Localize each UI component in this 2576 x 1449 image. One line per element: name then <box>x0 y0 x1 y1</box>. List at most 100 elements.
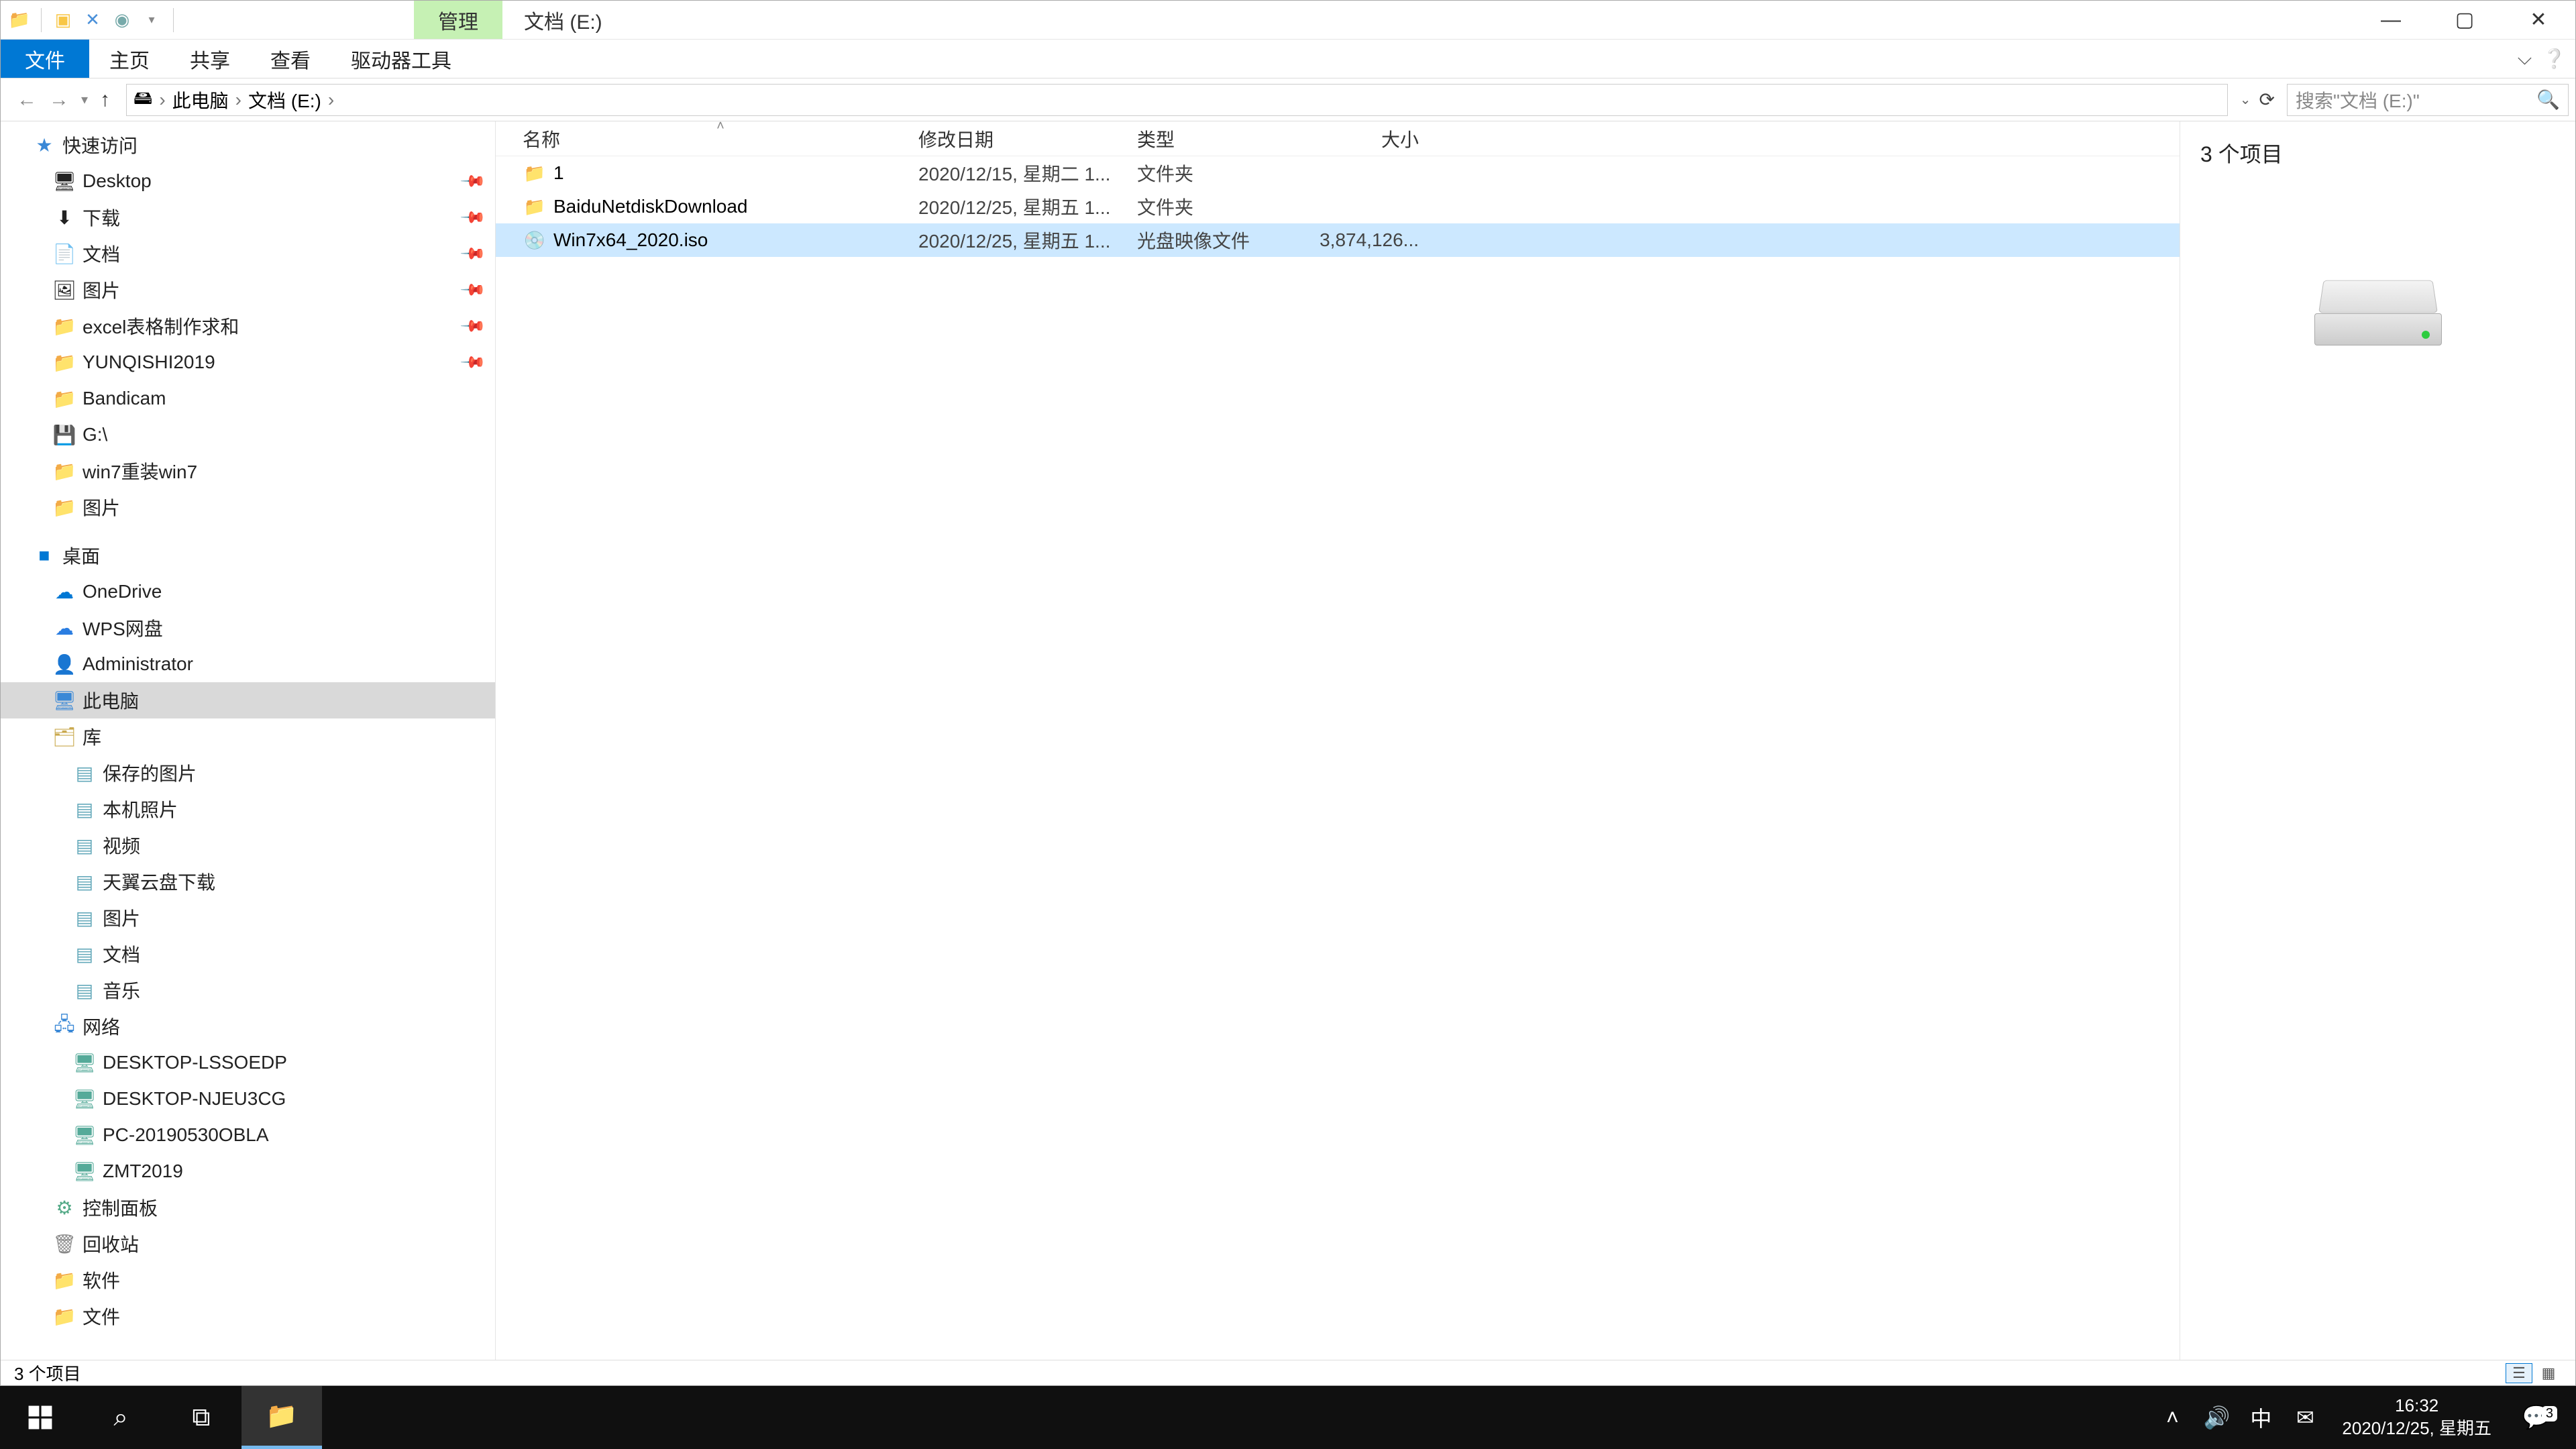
taskbar: ⌕ ⧉ 📁 ˄ 🔊 中 ✉ 16:32 2020/12/25, 星期五 💬3 <box>0 1386 2576 1449</box>
nav-library-item[interactable]: ▤视频 <box>1 827 495 863</box>
desktop-icon: ■ <box>33 545 56 566</box>
nav-network-item[interactable]: 🖥ZMT2019 <box>1 1153 495 1189</box>
breadcrumb-this-pc[interactable]: 此电脑 <box>172 87 229 113</box>
nav-soft[interactable]: 📁软件 <box>1 1262 495 1298</box>
column-header-type[interactable]: 类型 <box>1137 125 1318 152</box>
navigation-pane[interactable]: ★快速访问 🖥Desktop📌⬇下载📌📄文档📌🖼图片📌📁excel表格制作求和📌… <box>1 121 496 1360</box>
user-icon: 👤 <box>53 653 76 676</box>
item-icon: 📁 <box>53 352 76 374</box>
nav-network-item[interactable]: 🖥DESKTOP-NJEU3CG <box>1 1081 495 1117</box>
view-large-icons-button[interactable]: ▦ <box>2535 1363 2562 1383</box>
nav-library-item[interactable]: ▤保存的图片 <box>1 755 495 791</box>
qat-new-folder-icon[interactable]: ◉ <box>110 8 134 32</box>
nav-quick-access-item[interactable]: 📁图片 <box>1 489 495 525</box>
volume-icon[interactable]: 🔊 <box>2194 1405 2239 1430</box>
nav-quick-access-item[interactable]: 💾G:\ <box>1 417 495 453</box>
view-details-button[interactable]: ☰ <box>2506 1363 2532 1383</box>
ribbon-tab-home[interactable]: 主页 <box>89 40 170 78</box>
column-header-name[interactable]: ˄名称 <box>523 125 918 152</box>
ribbon-tab-drive-tools[interactable]: 驱动器工具 <box>331 40 472 78</box>
nav-quick-access-item[interactable]: 📁YUNQISHI2019📌 <box>1 344 495 380</box>
nav-network-item[interactable]: 🖥DESKTOP-LSSOEDP <box>1 1044 495 1081</box>
nav-control-panel[interactable]: ⚙控制面板 <box>1 1189 495 1226</box>
chevron-right-icon[interactable]: › <box>328 89 334 111</box>
nav-docs[interactable]: 📁文件 <box>1 1298 495 1334</box>
nav-wps[interactable]: ☁WPS网盘 <box>1 610 495 646</box>
nav-quick-access-item[interactable]: 📁Bandicam <box>1 380 495 417</box>
nav-quick-access-item[interactable]: 📁excel表格制作求和📌 <box>1 308 495 344</box>
chevron-right-icon[interactable]: › <box>159 89 165 111</box>
nav-item-label: 天翼云盘下载 <box>103 868 215 895</box>
nav-library-item[interactable]: ▤本机照片 <box>1 791 495 827</box>
nav-library-item[interactable]: ▤天翼云盘下载 <box>1 863 495 900</box>
ime-indicator[interactable]: 中 <box>2239 1402 2283 1433</box>
search-box[interactable]: 搜索"文档 (E:)" 🔍 <box>2287 84 2569 116</box>
forward-button[interactable]: → <box>49 89 69 111</box>
file-size: 3,874,126... <box>1318 229 1432 251</box>
minimize-button[interactable]: — <box>2354 1 2428 39</box>
nav-onedrive[interactable]: ☁OneDrive <box>1 574 495 610</box>
nav-network-item[interactable]: 🖥PC-20190530OBLA <box>1 1117 495 1153</box>
nav-administrator[interactable]: 👤Administrator <box>1 646 495 682</box>
nav-quick-access-item[interactable]: 📁win7重装win7 <box>1 453 495 489</box>
back-button[interactable]: ← <box>17 89 37 111</box>
chevron-right-icon[interactable]: › <box>235 89 241 111</box>
qat-customize-chevron-icon[interactable]: ▾ <box>140 8 164 32</box>
taskbar-search-icon[interactable]: ⌕ <box>80 1386 161 1449</box>
nav-quick-access-item[interactable]: 🖥Desktop📌 <box>1 163 495 199</box>
ribbon-tab-file[interactable]: 文件 <box>1 40 89 78</box>
nav-quick-access-item[interactable]: 📄文档📌 <box>1 235 495 272</box>
nav-library-item[interactable]: ▤文档 <box>1 936 495 972</box>
ribbon-tab-share[interactable]: 共享 <box>170 40 250 78</box>
library-item-icon: ▤ <box>73 798 96 820</box>
nav-quick-access[interactable]: ★快速访问 <box>1 127 495 163</box>
address-history-chevron-icon[interactable]: ⌄ <box>2240 91 2251 108</box>
item-icon: 🖥 <box>53 170 76 193</box>
nav-quick-access-item[interactable]: 🖼图片📌 <box>1 272 495 308</box>
recent-locations-chevron-icon[interactable]: ▾ <box>81 91 88 108</box>
nav-item-label: 音乐 <box>103 977 140 1004</box>
qat-close-icon[interactable]: ✕ <box>80 8 105 32</box>
nav-quick-access-item[interactable]: ⬇下载📌 <box>1 199 495 235</box>
refresh-icon[interactable]: ⟳ <box>2259 89 2275 111</box>
nav-library-item[interactable]: ▤图片 <box>1 900 495 936</box>
address-bar[interactable]: 🖴 › 此电脑 › 文档 (E:) › <box>126 84 2228 116</box>
nav-libraries[interactable]: 🗂库 <box>1 718 495 755</box>
maximize-button[interactable]: ▢ <box>2428 1 2502 39</box>
nav-item-label: 文档 <box>83 240 120 267</box>
up-button[interactable]: ↑ <box>100 89 110 111</box>
explorer-window: 📁 ▣ ✕ ◉ ▾ 管理 文档 (E:) — ▢ ✕ 文件 主页 共享 查看 驱… <box>0 0 2576 1386</box>
nav-desktop-root[interactable]: ■桌面 <box>1 537 495 574</box>
app-icon: 📁 <box>7 8 32 32</box>
file-row[interactable]: 💿Win7x64_2020.iso2020/12/25, 星期五 1...光盘映… <box>496 223 2180 257</box>
tray-overflow-chevron-icon[interactable]: ˄ <box>2150 1405 2194 1430</box>
qat-properties-icon[interactable]: ▣ <box>51 8 75 32</box>
taskbar-explorer[interactable]: 📁 <box>241 1386 322 1449</box>
nav-this-pc[interactable]: 🖥此电脑 <box>1 682 495 718</box>
nav-network[interactable]: 🖧网络 <box>1 1008 495 1044</box>
help-icon[interactable]: ❔ <box>2542 48 2566 70</box>
tray-app-icon[interactable]: ✉ <box>2283 1405 2327 1430</box>
ribbon-tab-view[interactable]: 查看 <box>250 40 331 78</box>
taskbar-clock[interactable]: 16:32 2020/12/25, 星期五 <box>2327 1395 2506 1440</box>
nav-recycle-bin[interactable]: 🗑回收站 <box>1 1226 495 1262</box>
action-center-icon[interactable]: 💬3 <box>2506 1404 2567 1431</box>
column-header-date[interactable]: 修改日期 <box>918 125 1137 152</box>
file-row[interactable]: 📁BaiduNetdiskDownload2020/12/25, 星期五 1..… <box>496 190 2180 223</box>
nav-library-item[interactable]: ▤音乐 <box>1 972 495 1008</box>
file-row[interactable]: 📁12020/12/15, 星期二 1...文件夹 <box>496 156 2180 190</box>
search-placeholder: 搜索"文档 (E:)" <box>2296 87 2420 113</box>
search-icon[interactable]: 🔍 <box>2536 89 2560 111</box>
library-item-icon: ▤ <box>73 762 96 784</box>
breadcrumb-drive[interactable]: 文档 (E:) <box>248 87 321 113</box>
task-view-button[interactable]: ⧉ <box>161 1386 241 1449</box>
preview-pane: 3 个项目 <box>2180 121 2575 1360</box>
file-date: 2020/12/25, 星期五 1... <box>918 193 1137 220</box>
close-button[interactable]: ✕ <box>2502 1 2575 39</box>
column-header-size[interactable]: 大小 <box>1318 125 1432 152</box>
pin-icon: 📌 <box>459 239 487 268</box>
start-button[interactable] <box>0 1386 80 1449</box>
ribbon-expand-chevron-icon[interactable]: ⌵ <box>2518 48 2532 70</box>
nav-item-label: PC-20190530OBLA <box>103 1124 269 1146</box>
ribbon-context-tab[interactable]: 管理 <box>414 1 502 39</box>
